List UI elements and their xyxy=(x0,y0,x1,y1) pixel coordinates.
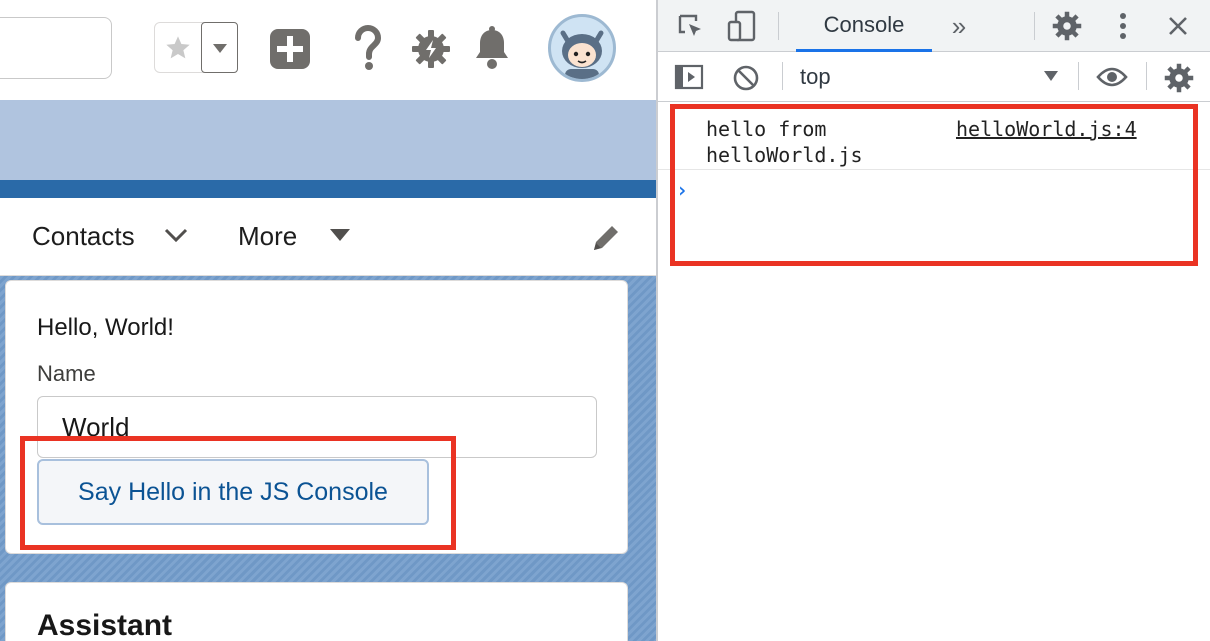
notifications-bell-icon[interactable] xyxy=(470,24,514,72)
nav-item-more[interactable]: More xyxy=(238,198,350,274)
edit-pencil-icon[interactable] xyxy=(590,222,622,254)
close-icon[interactable] xyxy=(1162,10,1194,42)
log-source-link[interactable]: helloWorld.js:4 xyxy=(956,116,1137,142)
nav-item-label: More xyxy=(238,220,298,251)
log-message: hello from helloWorld.js xyxy=(706,117,863,167)
global-search-box[interactable] xyxy=(0,17,112,79)
console-log-entry: hello from helloWorld.js helloWorld.js:4 xyxy=(658,112,1210,170)
chevron-down-icon[interactable] xyxy=(201,22,238,73)
salesforce-app: Contacts More Hello, World! Name Say Hel… xyxy=(0,0,656,641)
help-icon[interactable] xyxy=(346,22,390,74)
device-toolbar-icon[interactable] xyxy=(724,8,760,44)
more-tabs-label: » xyxy=(951,10,967,41)
greeting-text: Hello, World! xyxy=(37,314,174,341)
setup-gear-icon[interactable] xyxy=(408,26,454,72)
more-tabs-icon[interactable]: » xyxy=(942,8,976,44)
devtools-panel: Console » top hello from helloWorld.js h… xyxy=(656,0,1210,641)
sidebar-toggle-icon[interactable] xyxy=(672,61,706,93)
favorites-control xyxy=(154,22,238,73)
context-label: top xyxy=(800,64,831,89)
console-settings-gear-icon[interactable] xyxy=(1162,61,1196,95)
live-expression-eye-icon[interactable] xyxy=(1094,62,1130,92)
name-label: Name xyxy=(37,361,96,386)
add-icon[interactable] xyxy=(268,27,312,71)
avatar[interactable] xyxy=(548,14,616,82)
hello-world-card: Hello, World! Name Say Hello in the JS C… xyxy=(5,280,628,554)
dropdown-triangle-icon[interactable] xyxy=(328,226,352,244)
context-selector[interactable]: top xyxy=(800,52,1072,102)
navigation-bar: Contacts More xyxy=(0,198,656,276)
nav-item-label: Contacts xyxy=(32,220,135,251)
clear-console-icon[interactable] xyxy=(730,62,762,94)
dropdown-caret-icon[interactable] xyxy=(1043,69,1059,83)
nav-item-contacts[interactable]: Contacts xyxy=(32,198,188,274)
devtools-toolbar: Console » xyxy=(658,0,1210,52)
name-input[interactable] xyxy=(37,396,597,458)
global-header xyxy=(0,0,656,100)
tab-console[interactable]: Console xyxy=(796,0,932,52)
star-icon[interactable] xyxy=(155,23,201,72)
chevron-down-icon[interactable] xyxy=(162,220,190,248)
brand-bar xyxy=(0,180,656,198)
assistant-title: Assistant xyxy=(37,609,173,641)
inspect-element-icon[interactable] xyxy=(674,10,708,44)
console-toolbar: top xyxy=(658,52,1210,102)
console-prompt[interactable]: › xyxy=(676,178,688,202)
say-hello-button[interactable]: Say Hello in the JS Console xyxy=(37,459,429,525)
assistant-card: Assistant xyxy=(5,582,628,641)
header-band xyxy=(0,100,656,180)
settings-gear-icon[interactable] xyxy=(1050,9,1084,43)
kebab-menu-icon[interactable] xyxy=(1110,9,1136,43)
